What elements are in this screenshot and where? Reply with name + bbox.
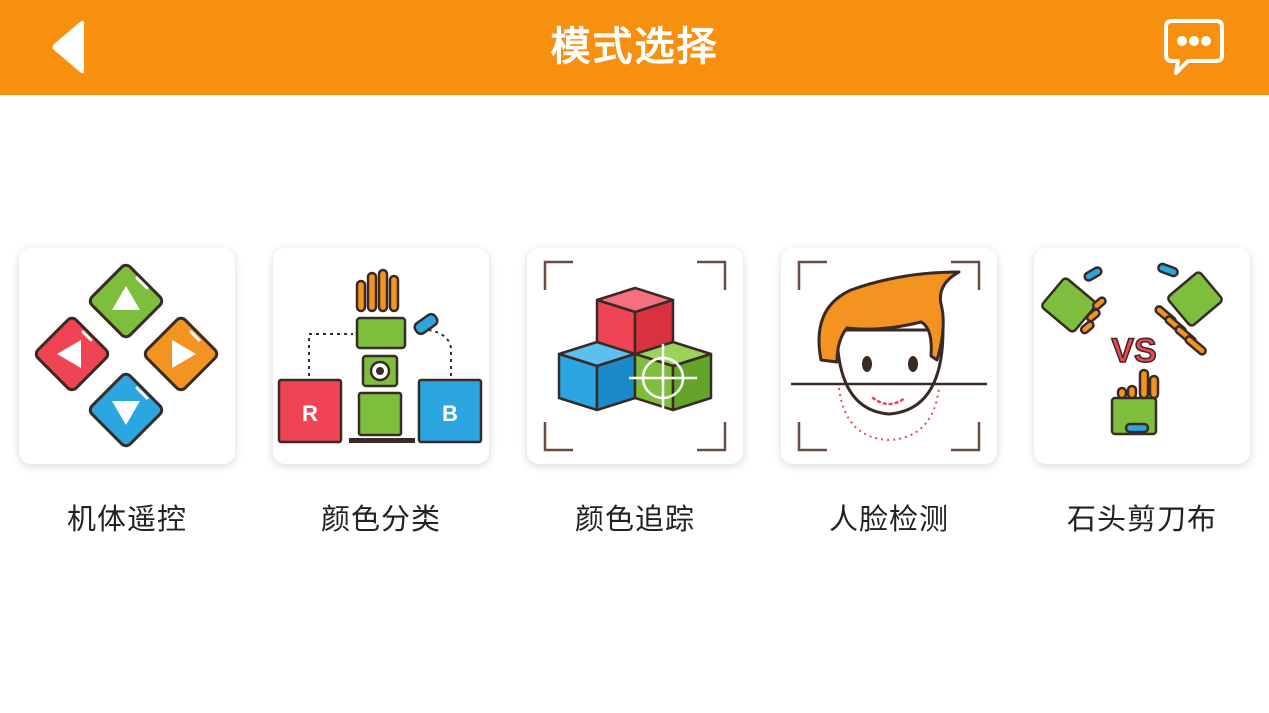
vs-badge: VS [1111,332,1156,370]
sort-box-label-b: B [442,401,458,426]
direction-pad-icon [34,263,219,448]
mode-label-color-sort: 颜色分类 [320,502,441,536]
mode-label-remote-control: 机体遥控 [66,502,187,536]
face-detect-icon [791,260,987,452]
rock-paper-scissors-icon: VS [1041,262,1223,436]
page-title: 模式选择 [550,24,719,70]
mode-card-face-detect[interactable] [781,248,997,464]
mode-label-rock-paper-scissors: 石头剪刀布 [1066,502,1217,536]
mode-card-color-track[interactable] [527,248,743,464]
mode-card-rock-paper-scissors[interactable]: VS [1034,248,1250,464]
mode-card-color-sort[interactable]: R B [273,248,489,464]
top-bar: 模式选择 [0,0,1269,95]
color-sort-icon: R B [277,268,483,444]
mode-card-remote-control[interactable] [19,248,235,464]
color-track-icon [543,260,727,452]
message-button[interactable] [1158,14,1230,80]
mode-label-face-detect: 人脸检测 [828,502,949,536]
mode-label-color-track: 颜色追踪 [574,502,695,536]
chat-bubble-icon [1164,19,1224,75]
sort-box-label-r: R [302,401,318,426]
